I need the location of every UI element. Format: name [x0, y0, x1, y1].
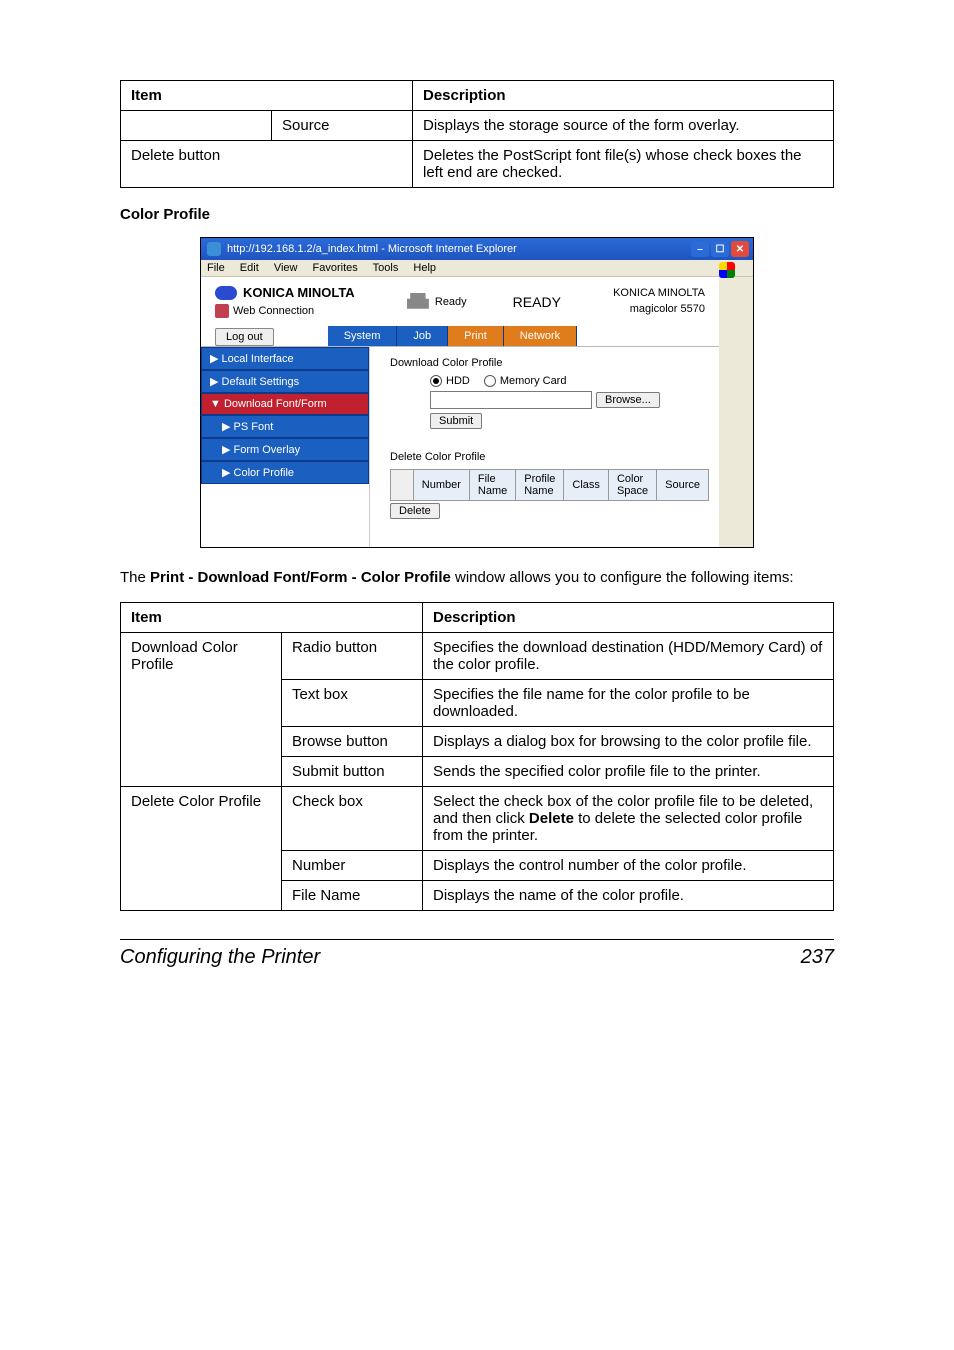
tab-system[interactable]: System [328, 326, 398, 346]
right-model: magicolor 5570 [613, 302, 705, 317]
tab-job[interactable]: Job [397, 326, 448, 346]
radio-memory[interactable] [484, 375, 496, 387]
menubar: File Edit View Favorites Tools Help [201, 260, 753, 277]
col-filename: File Name [469, 470, 515, 501]
printer-icon [407, 293, 429, 311]
cell: Delete button [121, 141, 413, 188]
cell: Specifies the download destination (HDD/… [423, 633, 834, 680]
th-desc: Description [413, 81, 834, 111]
panel-heading-delete: Delete Color Profile [390, 451, 709, 463]
cell: Displays the name of the color profile. [423, 881, 834, 911]
intro-text: The Print - Download Font/Form - Color P… [120, 568, 834, 588]
file-path-input[interactable] [430, 391, 592, 409]
cell: Number [282, 851, 423, 881]
col-source: Source [657, 470, 709, 501]
cell: Displays the control number of the color… [423, 851, 834, 881]
col-profilename: Profile Name [516, 470, 564, 501]
cell: Check box [282, 787, 423, 851]
menu-file[interactable]: File [207, 262, 225, 274]
menu-help[interactable]: Help [413, 262, 436, 274]
screenshot-window: http://192.168.1.2/a_index.html - Micros… [200, 237, 754, 548]
col-number: Number [413, 470, 469, 501]
window-title: http://192.168.1.2/a_index.html - Micros… [227, 243, 517, 255]
cell: Browse button [282, 727, 423, 757]
close-button[interactable]: ✕ [731, 241, 749, 257]
footer-page-number: 237 [801, 946, 834, 969]
right-brand: KONICA MINOLTA [613, 286, 705, 301]
browse-button[interactable]: Browse... [596, 392, 660, 408]
menu-view[interactable]: View [274, 262, 298, 274]
footer-title: Configuring the Printer [120, 946, 320, 969]
km-logo-icon [215, 286, 237, 300]
cell: Submit button [282, 757, 423, 787]
th-desc2: Description [423, 603, 834, 633]
sidebar: ▶ Local Interface ▶ Default Settings ▼ D… [201, 347, 369, 547]
col-class: Class [564, 470, 609, 501]
status-ready-small: Ready [435, 296, 467, 308]
cell-group1: Download Color Profile [121, 633, 282, 787]
cell: Deletes the PostScript font file(s) whos… [413, 141, 834, 188]
radio-hdd-label: HDD [446, 375, 470, 387]
sidebar-item-download[interactable]: ▼ Download Font/Form [201, 393, 369, 415]
col-colorspace: Color Space [608, 470, 656, 501]
cell: Source [272, 111, 413, 141]
cell: File Name [282, 881, 423, 911]
panel-heading-download: Download Color Profile [390, 357, 709, 369]
submit-button[interactable]: Submit [430, 413, 482, 429]
logout-button[interactable]: Log out [215, 328, 274, 346]
pagescope-icon [215, 304, 229, 318]
sidebar-item-overlay[interactable]: ▶ Form Overlay [201, 438, 369, 461]
heading-color-profile: Color Profile [120, 206, 834, 223]
menu-tools[interactable]: Tools [373, 262, 399, 274]
sidebar-item-local[interactable]: ▶ Local Interface [201, 347, 369, 370]
profile-table: Number File Name Profile Name Class Colo… [390, 469, 709, 501]
cell: Select the check box of the color profil… [423, 787, 834, 851]
menu-edit[interactable]: Edit [240, 262, 259, 274]
minimize-button[interactable]: – [691, 241, 709, 257]
radio-memory-label: Memory Card [500, 375, 567, 387]
sidebar-item-default[interactable]: ▶ Default Settings [201, 370, 369, 393]
delete-button[interactable]: Delete [390, 503, 440, 519]
titlebar: http://192.168.1.2/a_index.html - Micros… [201, 238, 753, 260]
brand-text: KONICA MINOLTA [243, 285, 355, 300]
table-top: Item Description Source Displays the sto… [120, 80, 834, 188]
cell: Displays the storage source of the form … [413, 111, 834, 141]
tab-print[interactable]: Print [448, 326, 504, 346]
sidebar-item-psfont[interactable]: ▶ PS Font [201, 415, 369, 438]
table-main: Item Description Download Color Profile … [120, 602, 834, 911]
cell: Displays a dialog box for browsing to th… [423, 727, 834, 757]
sidebar-item-colorprofile[interactable]: ▶ Color Profile [201, 461, 369, 484]
windows-logo-icon [719, 262, 735, 278]
cell: Radio button [282, 633, 423, 680]
th-item2: Item [121, 603, 423, 633]
cell: Sends the specified color profile file t… [423, 757, 834, 787]
th-item: Item [121, 81, 413, 111]
sub-brand: Web Connection [233, 305, 314, 317]
tab-network[interactable]: Network [504, 326, 577, 346]
cell: Text box [282, 680, 423, 727]
page-footer: Configuring the Printer 237 [120, 939, 834, 969]
ie-icon [207, 242, 221, 256]
cell: Specifies the file name for the color pr… [423, 680, 834, 727]
status-ready-big: READY [513, 294, 561, 310]
menu-favorites[interactable]: Favorites [313, 262, 358, 274]
maximize-button[interactable]: ☐ [711, 241, 729, 257]
cell-group2: Delete Color Profile [121, 787, 282, 911]
cell [121, 111, 272, 141]
radio-hdd[interactable] [430, 375, 442, 387]
